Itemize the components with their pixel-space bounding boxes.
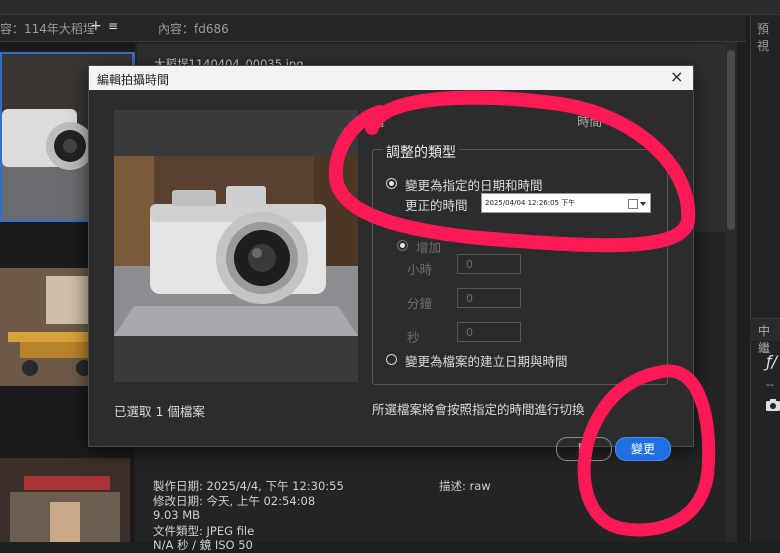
annotation-circle-change	[577, 364, 716, 537]
annotation-layer	[328, 90, 716, 537]
annotation-circle-datetime	[328, 90, 696, 253]
